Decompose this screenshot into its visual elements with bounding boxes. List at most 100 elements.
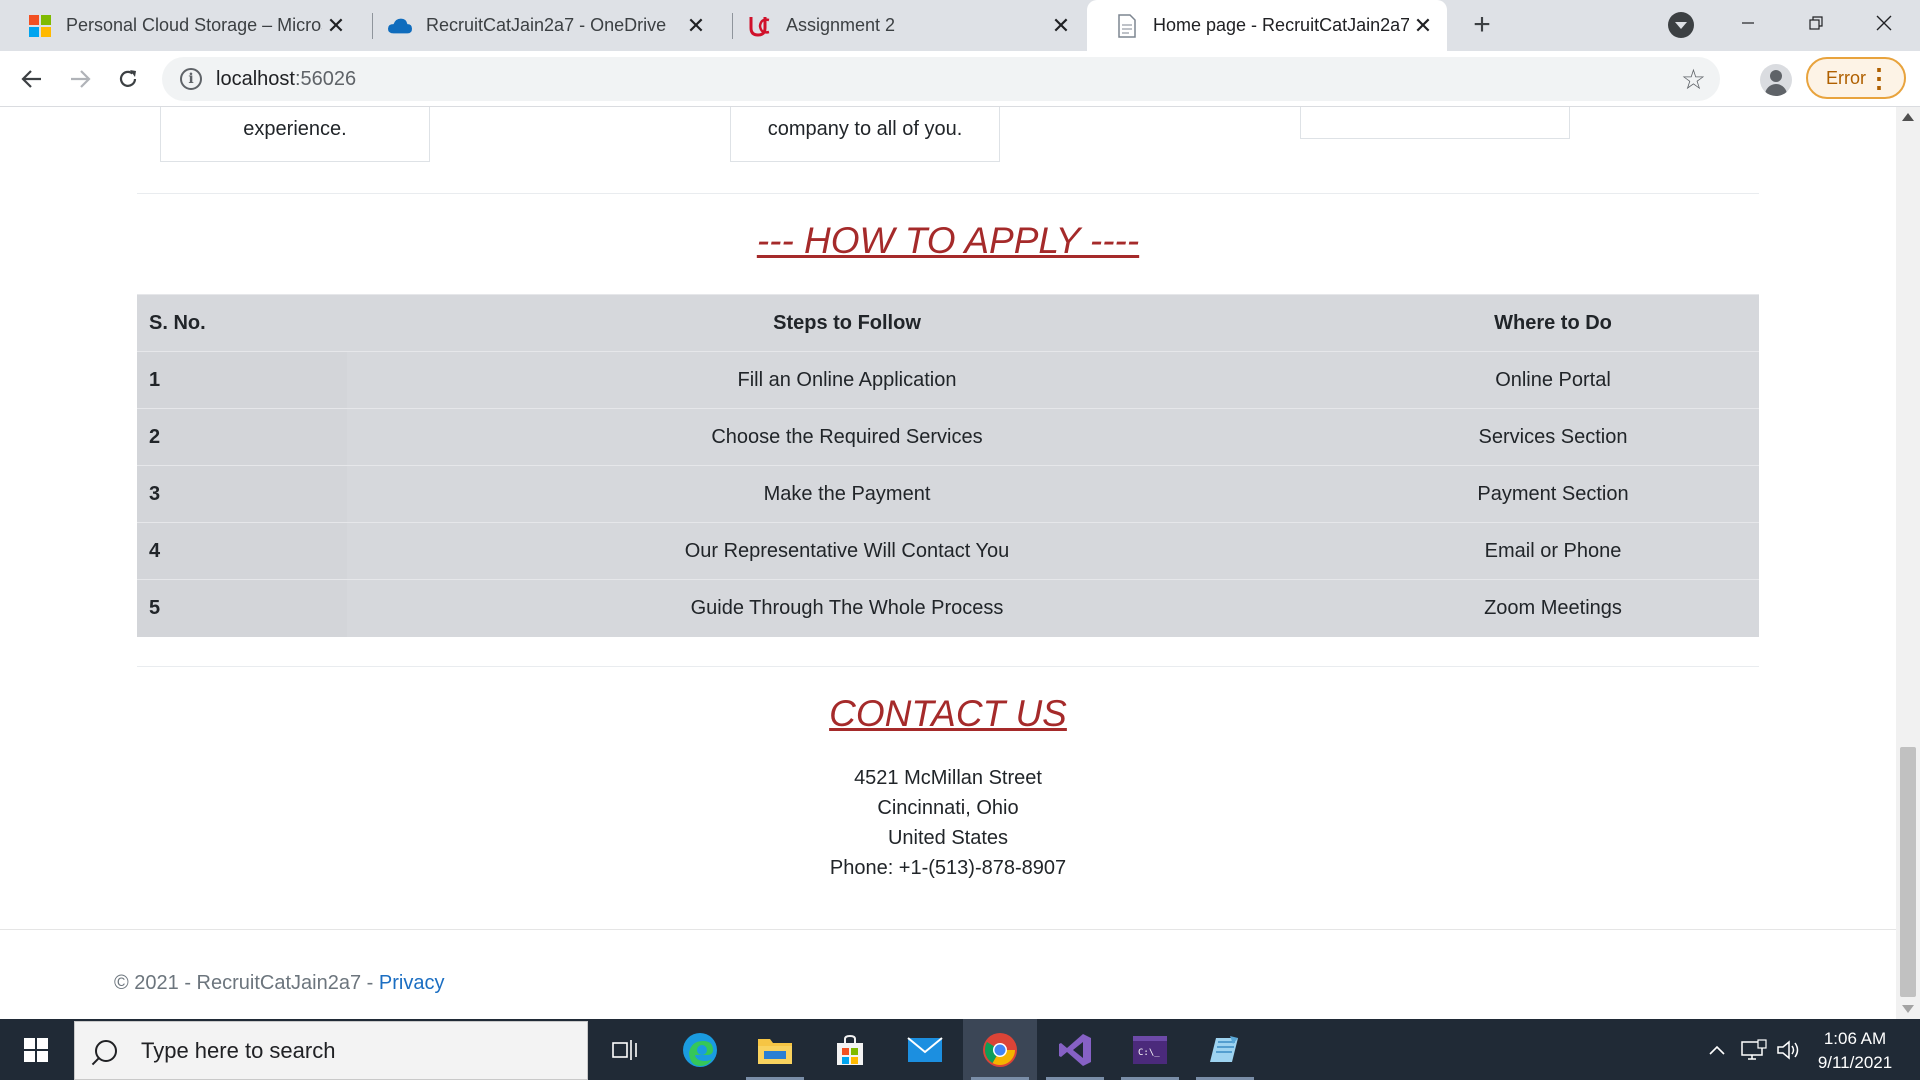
task-view-icon[interactable] [588, 1019, 662, 1080]
clock-date: 9/11/2021 [1817, 1053, 1893, 1072]
restore-icon[interactable] [1784, 0, 1848, 45]
back-arrow-icon[interactable] [16, 63, 48, 95]
document-icon [1115, 13, 1139, 38]
bookmark-star-icon[interactable]: ☆ [1681, 63, 1706, 96]
step-description: Our Representative Will Contact You [347, 522, 1347, 580]
feature-card [1300, 107, 1570, 139]
taskbar-clock[interactable]: 1:06 AM 9/11/2021 [1800, 1027, 1910, 1075]
tab-onedrive[interactable]: RecruitCatJain2a7 - OneDrive ✕ [360, 0, 720, 51]
browser-tab-strip: Personal Cloud Storage – Microsoft ✕ Rec… [0, 0, 1920, 51]
new-tab-plus-icon[interactable]: + [1466, 10, 1498, 42]
contact-address: 4521 McMillan Street Cincinnati, Ohio Un… [0, 763, 1896, 883]
tab-search-icon[interactable] [1668, 12, 1694, 38]
table-header-row: S. No. Steps to Follow Where to Do [137, 294, 1759, 352]
column-header: Steps to Follow [347, 294, 1347, 352]
step-number: 3 [137, 465, 347, 523]
step-number: 5 [137, 579, 347, 637]
table-row: 4 Our Representative Will Contact You Em… [137, 522, 1759, 580]
search-icon [95, 1039, 117, 1062]
address-line: Cincinnati, Ohio [877, 797, 1019, 819]
edge-browser-icon[interactable] [663, 1019, 737, 1080]
tab-title: Personal Cloud Storage – Microsoft [66, 15, 322, 35]
notepad-icon[interactable] [1188, 1019, 1262, 1080]
page-scrollbar[interactable] [1896, 107, 1920, 1019]
step-description: Fill an Online Application [347, 351, 1347, 409]
feature-card: company to all of you. [730, 107, 1000, 162]
microsoft-logo-icon [28, 14, 52, 38]
microsoft-store-icon[interactable] [813, 1019, 887, 1080]
step-location: Online Portal [1347, 351, 1759, 409]
minimize-icon[interactable] [1716, 0, 1780, 45]
contact-us-heading: CONTACT US [829, 693, 1067, 734]
card-text: experience. [243, 118, 347, 140]
address-line: 4521 McMillan Street [854, 767, 1042, 789]
visual-studio-icon[interactable] [1038, 1019, 1112, 1080]
error-button[interactable]: Error ⋮ [1806, 57, 1906, 99]
scroll-down-arrow-icon[interactable] [1902, 1005, 1914, 1013]
scroll-up-arrow-icon[interactable] [1902, 113, 1914, 121]
search-placeholder: Type here to search [141, 1037, 336, 1063]
step-location: Services Section [1347, 408, 1759, 466]
table-row: 5 Guide Through The Whole Process Zoom M… [137, 579, 1759, 637]
show-hidden-icons-chevron-icon[interactable] [1702, 1019, 1732, 1080]
tab-personal-cloud-storage[interactable]: Personal Cloud Storage – Microsoft ✕ [0, 0, 360, 51]
close-tab-icon[interactable]: ✕ [682, 12, 710, 40]
close-tab-icon[interactable]: ✕ [322, 12, 350, 40]
phone-line: Phone: +1-(513)-878-8907 [829, 857, 1067, 879]
address-url: localhost:56026 [216, 67, 357, 90]
address-line: United States [887, 827, 1009, 849]
forward-arrow-icon[interactable] [64, 63, 96, 95]
address-bar[interactable]: i localhost:56026 ☆ [162, 57, 1720, 101]
footer-text: © 2021 - RecruitCatJain2a7 - Privacy [114, 972, 444, 995]
terminal-icon[interactable]: C:\_ [1113, 1019, 1187, 1080]
file-explorer-icon[interactable] [738, 1019, 812, 1080]
page-footer: © 2021 - RecruitCatJain2a7 - Privacy [0, 929, 1896, 1019]
tab-assignment-2[interactable]: Assignment 2 ✕ [720, 0, 1085, 51]
svg-text:C:\_: C:\_ [1138, 1048, 1160, 1058]
close-tab-icon[interactable]: ✕ [1047, 12, 1075, 40]
privacy-link[interactable]: Privacy [379, 972, 445, 994]
step-number: 2 [137, 408, 347, 466]
tab-home-page[interactable]: Home page - RecruitCatJain2a7 ✕ [1087, 0, 1447, 51]
tab-title: Home page - RecruitCatJain2a7 [1153, 15, 1409, 35]
taskbar-search-box[interactable]: Type here to search [74, 1021, 588, 1080]
card-text: company to all of you. [767, 118, 963, 140]
step-description: Make the Payment [347, 465, 1347, 523]
column-header: S. No. [137, 294, 347, 352]
page-viewport: experience. company to all of you. --- H… [0, 107, 1896, 1019]
table-row: 3 Make the Payment Payment Section [137, 465, 1759, 523]
table-row: 2 Choose the Required Services Services … [137, 408, 1759, 466]
how-to-apply-table: S. No. Steps to Follow Where to Do 1 Fil… [137, 294, 1759, 637]
browser-toolbar: i localhost:56026 ☆ Error ⋮ [0, 51, 1920, 107]
table-row: 1 Fill an Online Application Online Port… [137, 351, 1759, 409]
close-tab-icon[interactable]: ✕ [1409, 12, 1437, 40]
feature-card: experience. [160, 107, 430, 162]
step-location: Zoom Meetings [1347, 579, 1759, 637]
column-header: Where to Do [1347, 294, 1759, 352]
network-icon[interactable] [1738, 1019, 1770, 1080]
divider [137, 193, 1759, 194]
chrome-browser-icon[interactable] [963, 1019, 1037, 1080]
windows-logo-icon [24, 1037, 48, 1062]
step-number: 1 [137, 351, 347, 409]
mail-icon[interactable] [888, 1019, 962, 1080]
step-number: 4 [137, 522, 347, 580]
close-window-icon[interactable] [1852, 0, 1916, 45]
scrollbar-thumb[interactable] [1900, 747, 1916, 997]
menu-dots-icon: ⋮ [1866, 63, 1892, 93]
step-location: Payment Section [1347, 465, 1759, 523]
profile-avatar-icon[interactable] [1760, 64, 1792, 96]
error-label: Error [1826, 67, 1866, 88]
step-description: Guide Through The Whole Process [347, 579, 1347, 637]
copyright-text: © 2021 - RecruitCatJain2a7 - [114, 972, 379, 994]
how-to-apply-heading: --- HOW TO APPLY ---- [756, 220, 1140, 261]
windows-taskbar: Type here to search C:\_ 1:06 AM 9/11/20… [0, 1019, 1920, 1080]
clock-time: 1:06 AM [1823, 1029, 1887, 1048]
uc-logo-icon [748, 14, 772, 38]
step-location: Email or Phone [1347, 522, 1759, 580]
divider [137, 666, 1759, 667]
reload-icon[interactable] [112, 63, 144, 95]
site-info-icon[interactable]: i [180, 68, 202, 90]
onedrive-cloud-icon [388, 14, 412, 38]
start-button[interactable] [0, 1019, 72, 1080]
